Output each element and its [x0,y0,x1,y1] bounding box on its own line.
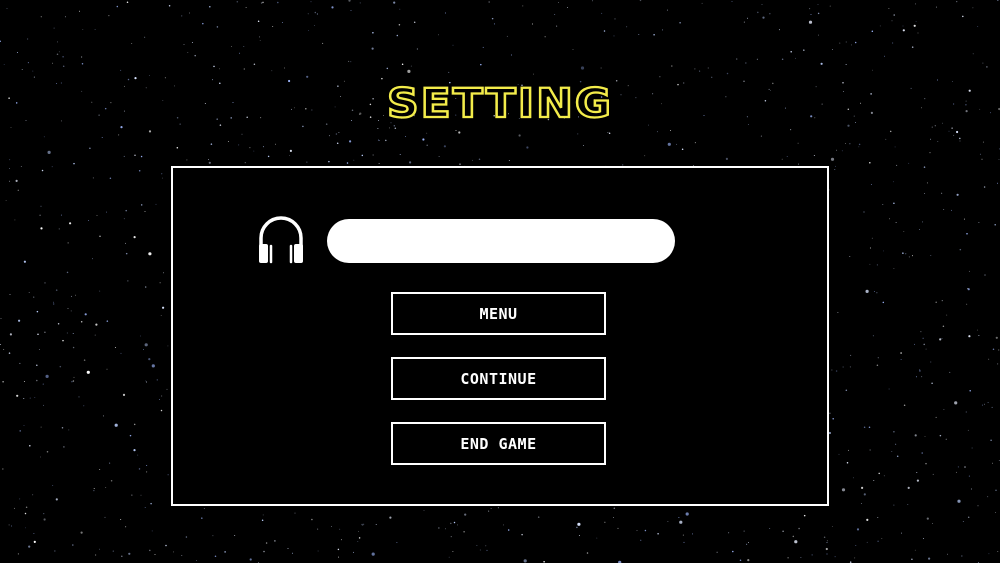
settings-panel: MENU CONTINUE END GAME [171,166,829,506]
continue-button[interactable]: CONTINUE [391,357,606,400]
end-game-button[interactable]: END GAME [391,422,606,465]
settings-title: SETTING [386,79,614,128]
headphones-icon [259,216,303,264]
game-screen: SETTING MENU CONTINUE END GAME [0,0,1000,563]
menu-button[interactable]: MENU [391,292,606,335]
volume-slider[interactable] [327,219,675,263]
